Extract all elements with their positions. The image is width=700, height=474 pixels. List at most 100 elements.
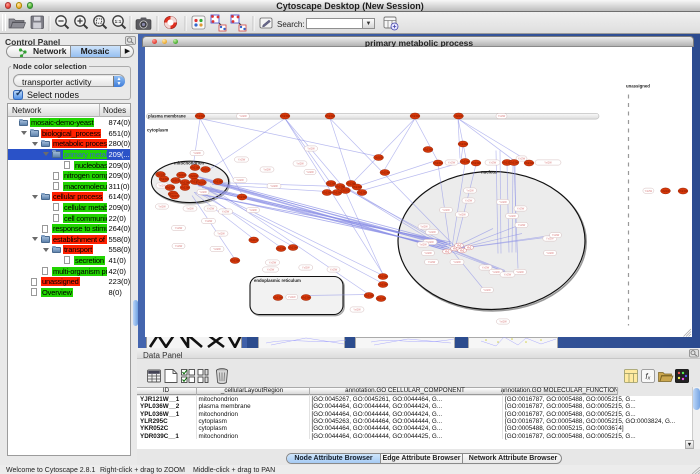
svg-text:Yb21W: Yb21W [181,180,190,184]
svg-text:Yxl2W: Yxl2W [448,160,456,164]
svg-text:Yxl2W: Yxl2W [466,188,474,192]
svg-text:Yb21W: Yb21W [424,147,433,151]
svg-text:Yb21W: Yb21W [274,295,283,299]
svg-text:Yxl2W: Yxl2W [518,223,526,227]
svg-text:Yxl2W: Yxl2W [489,160,497,164]
svg-text:Yxl2W: Yxl2W [419,242,427,246]
svg-text:Yb21W: Yb21W [333,190,342,194]
svg-text:Yb21W: Yb21W [323,190,332,194]
svg-text:Yb21W: Yb21W [525,161,534,165]
svg-text:Yb21W: Yb21W [196,114,205,118]
svg-text:nucleus: nucleus [481,169,498,174]
svg-text:Yb21W: Yb21W [365,293,374,297]
svg-text:Yxl2W: Yxl2W [492,270,500,274]
svg-text:Yxl2W: Yxl2W [186,206,194,210]
svg-text:Yxl2W: Yxl2W [458,212,466,216]
svg-text:Yxl2W: Yxl2W [249,208,257,212]
svg-text:Yxl2W: Yxl2W [442,208,450,212]
svg-text:Yxl2W: Yxl2W [205,219,213,223]
svg-text:Yb2: Yb2 [445,249,450,253]
svg-text:Yb21W: Yb21W [454,114,463,118]
svg-text:Yb21W: Yb21W [177,173,186,177]
svg-text:Yb2: Yb2 [467,245,472,249]
svg-text:Yb21W: Yb21W [510,160,519,164]
svg-text:Yb21W: Yb21W [189,174,198,178]
svg-text:Yb21W: Yb21W [166,185,175,189]
svg-text:Yb21W: Yb21W [289,245,298,249]
svg-text:Yb21W: Yb21W [281,114,290,118]
svg-text:Yxl2W: Yxl2W [199,190,207,194]
svg-text:Yxl2W: Yxl2W [465,198,473,202]
svg-text:Yb21W: Yb21W [181,185,190,189]
svg-text:Yxl2W: Yxl2W [498,114,506,118]
svg-text:Yxl2W: Yxl2W [217,231,225,235]
svg-text:Yb21W: Yb21W [379,282,388,286]
svg-text:Yb21W: Yb21W [231,258,240,262]
svg-text:fₓ: fₓ [645,372,650,381]
svg-text:Yxl2W: Yxl2W [213,247,221,251]
svg-text:plasma membrane: plasma membrane [148,113,186,118]
svg-text:Yxl2W: Yxl2W [499,200,507,204]
svg-text:Yxl2W: Yxl2W [552,233,560,237]
svg-text:Yxl2W: Yxl2W [296,161,304,165]
svg-text:cytoplasm: cytoplasm [147,127,168,132]
svg-text:Yxl2W: Yxl2W [517,206,525,210]
svg-text:Yb2: Yb2 [457,243,462,247]
svg-text:Yb21W: Yb21W [358,190,367,194]
svg-text:Yb21W: Yb21W [661,188,670,192]
svg-text:Yxl2W: Yxl2W [353,307,361,311]
svg-text:Yb21W: Yb21W [377,296,386,300]
svg-text:Yb21W: Yb21W [459,142,468,146]
svg-text:Yxl2W: Yxl2W [267,267,275,271]
svg-text:Yxl2W: Yxl2W [544,160,552,164]
svg-text:Yb21W: Yb21W [411,114,420,118]
svg-text:Yxl2W: Yxl2W [193,151,201,155]
svg-text:Yb21W: Yb21W [374,155,383,159]
svg-text:Yxl2W: Yxl2W [453,260,461,264]
svg-text:Yxl2W: Yxl2W [263,167,271,171]
svg-text:Yxl2W: Yxl2W [499,319,507,323]
svg-text:Yb21W: Yb21W [170,194,179,198]
svg-text:Yb21W: Yb21W [434,161,443,165]
svg-text:Yxl2W: Yxl2W [238,157,246,161]
svg-text:Yb21W: Yb21W [160,177,169,181]
svg-text:Yxl2W: Yxl2W [307,146,315,150]
svg-text:Yxl2W: Yxl2W [239,114,247,118]
svg-text:Yxl2W: Yxl2W [482,265,490,269]
svg-text:Yxl2W: Yxl2W [207,206,215,210]
svg-text:endoplasmic reticulum: endoplasmic reticulum [254,278,301,283]
svg-text:Yxl2W: Yxl2W [222,209,230,213]
svg-text:Yb21W: Yb21W [461,159,470,163]
svg-text:mitochondrion: mitochondrion [174,160,204,165]
svg-text:Yb21W: Yb21W [214,179,223,183]
svg-text:Yxl2W: Yxl2W [269,260,277,264]
svg-text:Yb21W: Yb21W [171,178,180,182]
svg-text:Yb21W: Yb21W [277,246,286,250]
svg-text:Yb21W: Yb21W [327,181,336,185]
svg-text:1:1: 1:1 [115,19,122,24]
svg-text:Yb21W: Yb21W [341,188,350,192]
svg-text:Yb21W: Yb21W [379,274,388,278]
svg-text:Yxl2W: Yxl2W [302,265,310,269]
svg-text:Yxl2W: Yxl2W [428,260,436,264]
svg-text:Yb21W: Yb21W [201,167,210,171]
svg-text:unassigned: unassigned [626,83,650,88]
svg-text:Yxl2W: Yxl2W [420,224,428,228]
svg-text:Yxl2W: Yxl2W [424,251,432,255]
svg-text:Yb21W: Yb21W [679,189,688,193]
svg-text:Yxl2W: Yxl2W [483,288,491,292]
svg-text:Yb21W: Yb21W [472,161,481,165]
svg-text:Yxl2W: Yxl2W [428,230,436,234]
svg-text:Yb21W: Yb21W [191,165,200,169]
svg-text:Yxl2W: Yxl2W [236,178,244,182]
svg-text:Yxl2W: Yxl2W [516,270,524,274]
svg-text:Yb21W: Yb21W [302,295,311,299]
svg-text:Yxl2W: Yxl2W [270,184,278,188]
svg-text:Yxl2W: Yxl2W [645,188,653,192]
svg-text:Yxl2W: Yxl2W [330,267,338,271]
svg-text:Yxl2W: Yxl2W [504,272,512,276]
svg-text:Yb2: Yb2 [460,248,465,252]
svg-text:Yxl2W: Yxl2W [175,226,183,230]
svg-text:Yxl2W: Yxl2W [546,251,554,255]
svg-text:Yxl2W: Yxl2W [175,244,183,248]
